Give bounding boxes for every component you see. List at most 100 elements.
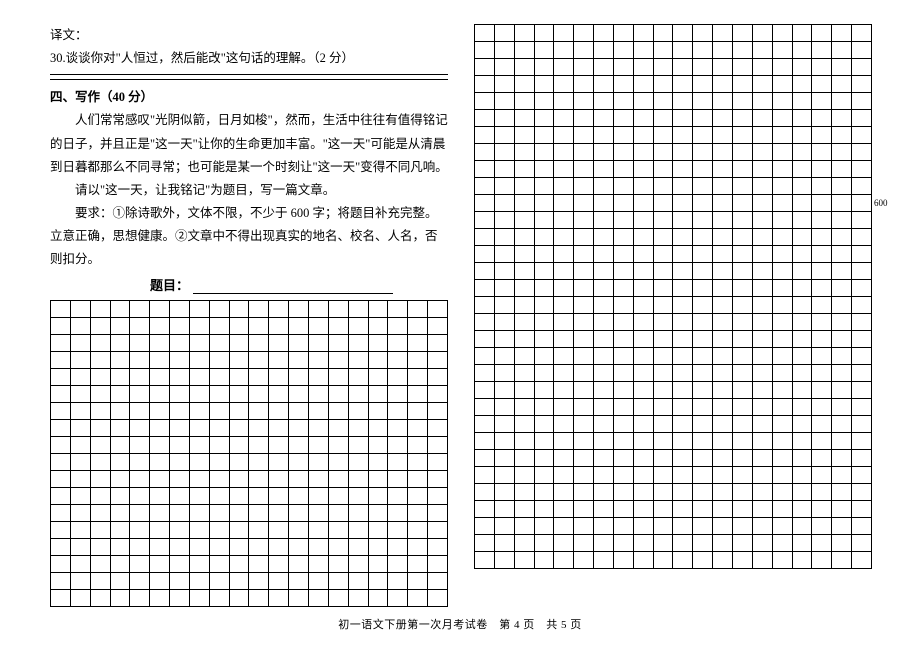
- grid-cell[interactable]: [475, 365, 495, 382]
- grid-cell[interactable]: [189, 420, 209, 437]
- grid-cell[interactable]: [852, 59, 872, 76]
- grid-cell[interactable]: [613, 365, 633, 382]
- grid-cell[interactable]: [534, 331, 554, 348]
- grid-cell[interactable]: [752, 450, 772, 467]
- grid-cell[interactable]: [534, 484, 554, 501]
- grid-cell[interactable]: [494, 518, 514, 535]
- grid-cell[interactable]: [209, 318, 229, 335]
- grid-cell[interactable]: [713, 42, 733, 59]
- grid-cell[interactable]: [752, 263, 772, 280]
- grid-cell[interactable]: [792, 433, 812, 450]
- grid-cell[interactable]: [732, 484, 752, 501]
- grid-cell[interactable]: [852, 161, 872, 178]
- grid-cell[interactable]: [428, 522, 448, 539]
- grid-cell[interactable]: [308, 437, 328, 454]
- grid-cell[interactable]: [308, 386, 328, 403]
- grid-cell[interactable]: [189, 454, 209, 471]
- grid-cell[interactable]: [832, 110, 852, 127]
- grid-cell[interactable]: [772, 399, 792, 416]
- grid-cell[interactable]: [554, 212, 574, 229]
- grid-cell[interactable]: [130, 505, 150, 522]
- grid-cell[interactable]: [673, 93, 693, 110]
- grid-cell[interactable]: [812, 76, 832, 93]
- grid-cell[interactable]: [51, 505, 71, 522]
- grid-cell[interactable]: [408, 386, 428, 403]
- grid-cell[interactable]: [812, 348, 832, 365]
- grid-cell[interactable]: [475, 331, 495, 348]
- grid-cell[interactable]: [673, 229, 693, 246]
- grid-cell[interactable]: [90, 539, 110, 556]
- grid-cell[interactable]: [229, 335, 249, 352]
- grid-cell[interactable]: [494, 127, 514, 144]
- grid-cell[interactable]: [130, 556, 150, 573]
- grid-cell[interactable]: [348, 420, 368, 437]
- grid-cell[interactable]: [514, 314, 534, 331]
- grid-cell[interactable]: [673, 161, 693, 178]
- grid-cell[interactable]: [594, 552, 614, 569]
- grid-cell[interactable]: [110, 335, 130, 352]
- grid-cell[interactable]: [150, 522, 170, 539]
- grid-cell[interactable]: [772, 178, 792, 195]
- grid-cell[interactable]: [574, 501, 594, 518]
- grid-cell[interactable]: [673, 348, 693, 365]
- grid-cell[interactable]: [289, 335, 309, 352]
- grid-cell[interactable]: [633, 365, 653, 382]
- grid-cell[interactable]: [673, 246, 693, 263]
- grid-cell[interactable]: [732, 433, 752, 450]
- grid-cell[interactable]: [170, 590, 190, 607]
- grid-cell[interactable]: [51, 573, 71, 590]
- grid-cell[interactable]: [494, 76, 514, 93]
- grid-cell[interactable]: [673, 280, 693, 297]
- grid-cell[interactable]: [633, 93, 653, 110]
- grid-cell[interactable]: [554, 484, 574, 501]
- grid-cell[interactable]: [554, 382, 574, 399]
- grid-cell[interactable]: [732, 42, 752, 59]
- grid-cell[interactable]: [150, 437, 170, 454]
- grid-cell[interactable]: [752, 161, 772, 178]
- grid-cell[interactable]: [209, 403, 229, 420]
- grid-cell[interactable]: [832, 365, 852, 382]
- grid-cell[interactable]: [852, 433, 872, 450]
- grid-cell[interactable]: [613, 263, 633, 280]
- grid-cell[interactable]: [752, 144, 772, 161]
- grid-cell[interactable]: [170, 403, 190, 420]
- grid-cell[interactable]: [693, 263, 713, 280]
- grid-cell[interactable]: [408, 471, 428, 488]
- grid-cell[interactable]: [752, 59, 772, 76]
- grid-cell[interactable]: [514, 280, 534, 297]
- grid-cell[interactable]: [852, 246, 872, 263]
- grid-cell[interactable]: [693, 161, 713, 178]
- grid-cell[interactable]: [613, 280, 633, 297]
- grid-cell[interactable]: [130, 573, 150, 590]
- grid-cell[interactable]: [308, 352, 328, 369]
- left-writing-grid[interactable]: [50, 300, 448, 607]
- grid-cell[interactable]: [792, 25, 812, 42]
- grid-cell[interactable]: [633, 297, 653, 314]
- grid-cell[interactable]: [653, 229, 673, 246]
- grid-cell[interactable]: [51, 522, 71, 539]
- grid-cell[interactable]: [752, 297, 772, 314]
- grid-cell[interactable]: [475, 518, 495, 535]
- grid-cell[interactable]: [693, 42, 713, 59]
- grid-cell[interactable]: [428, 352, 448, 369]
- grid-cell[interactable]: [70, 403, 90, 420]
- grid-cell[interactable]: [792, 246, 812, 263]
- grid-cell[interactable]: [368, 556, 388, 573]
- grid-cell[interactable]: [388, 352, 408, 369]
- grid-cell[interactable]: [328, 556, 348, 573]
- grid-cell[interactable]: [388, 471, 408, 488]
- grid-cell[interactable]: [732, 280, 752, 297]
- grid-cell[interactable]: [574, 144, 594, 161]
- grid-cell[interactable]: [475, 178, 495, 195]
- grid-cell[interactable]: [494, 467, 514, 484]
- grid-cell[interactable]: [150, 488, 170, 505]
- grid-cell[interactable]: [613, 178, 633, 195]
- grid-cell[interactable]: [494, 450, 514, 467]
- grid-cell[interactable]: [289, 437, 309, 454]
- grid-cell[interactable]: [554, 246, 574, 263]
- grid-cell[interactable]: [653, 195, 673, 212]
- grid-cell[interactable]: [574, 127, 594, 144]
- grid-cell[interactable]: [613, 144, 633, 161]
- grid-cell[interactable]: [494, 433, 514, 450]
- grid-cell[interactable]: [713, 331, 733, 348]
